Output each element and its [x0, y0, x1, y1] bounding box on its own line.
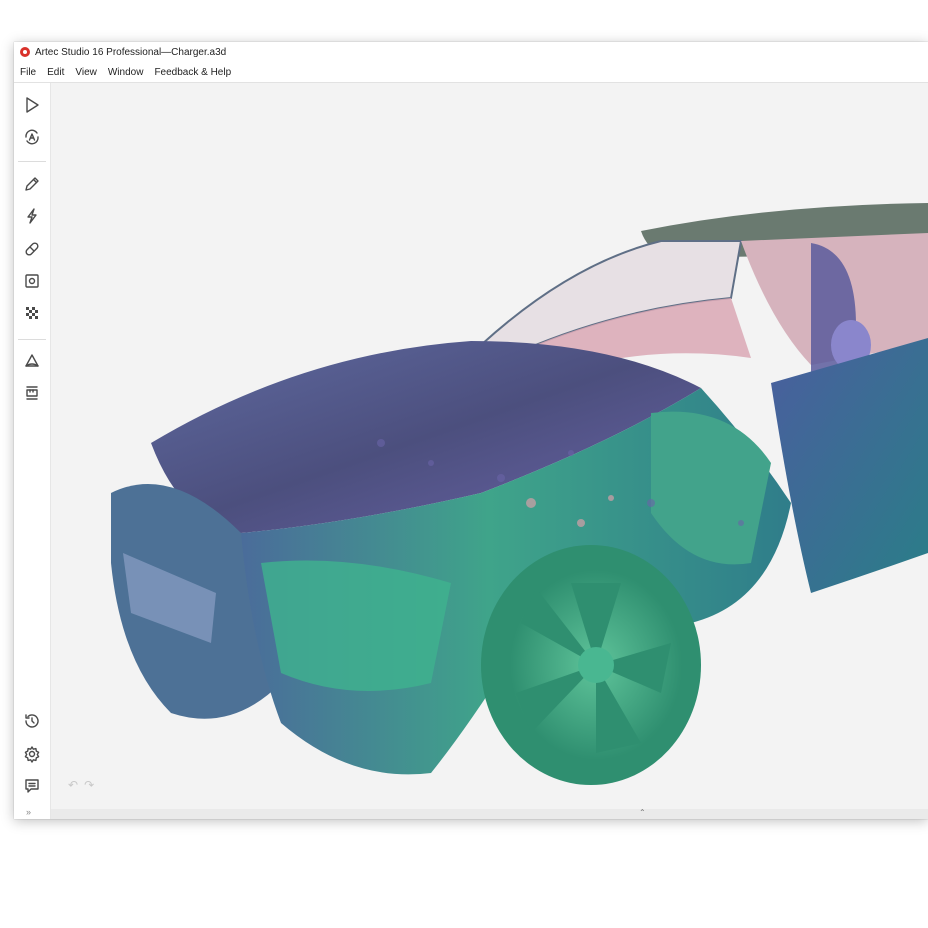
window-title: Artec Studio 16 Professional—Charger.a3d: [35, 46, 227, 58]
menu-window[interactable]: Window: [108, 67, 144, 78]
undo-icon[interactable]: ↶: [68, 778, 78, 792]
expand-toolbar-toggle[interactable]: »: [26, 807, 31, 817]
artec-logo-icon: [20, 47, 30, 57]
menu-edit[interactable]: Edit: [47, 67, 64, 78]
play-icon[interactable]: [20, 93, 44, 117]
triangle-icon[interactable]: [20, 349, 44, 373]
menu-feedback-help[interactable]: Feedback & Help: [154, 67, 231, 78]
toolbar-separator: [18, 339, 46, 340]
menu-bar: File Edit View Window Feedback & Help: [14, 62, 928, 83]
left-toolbar: »: [14, 83, 51, 819]
pencil-icon[interactable]: [20, 172, 44, 196]
autopilot-icon[interactable]: [20, 125, 44, 149]
bandage-icon[interactable]: [20, 237, 44, 261]
menu-file[interactable]: File: [20, 67, 36, 78]
lightning-icon[interactable]: [20, 204, 44, 228]
history-icon[interactable]: [20, 709, 44, 733]
checker-icon[interactable]: [20, 301, 44, 325]
title-bar: Artec Studio 16 Professional—Charger.a3d: [14, 42, 928, 62]
target-icon[interactable]: [20, 269, 44, 293]
ruler-icon[interactable]: [20, 381, 44, 405]
bottom-panel-strip: ⌃: [51, 808, 928, 819]
app-window: Artec Studio 16 Professional—Charger.a3d…: [14, 42, 928, 819]
toolbar-separator: [18, 161, 46, 162]
settings-icon[interactable]: [20, 742, 44, 766]
undo-redo-controls: ↶ ↷: [68, 778, 94, 792]
chat-icon[interactable]: [20, 774, 44, 798]
3d-viewport[interactable]: [51, 83, 928, 809]
car-scan-model: [111, 203, 928, 785]
expand-bottom-panel-icon[interactable]: ⌃: [639, 808, 646, 817]
menu-view[interactable]: View: [75, 67, 97, 78]
redo-icon[interactable]: ↷: [84, 778, 94, 792]
